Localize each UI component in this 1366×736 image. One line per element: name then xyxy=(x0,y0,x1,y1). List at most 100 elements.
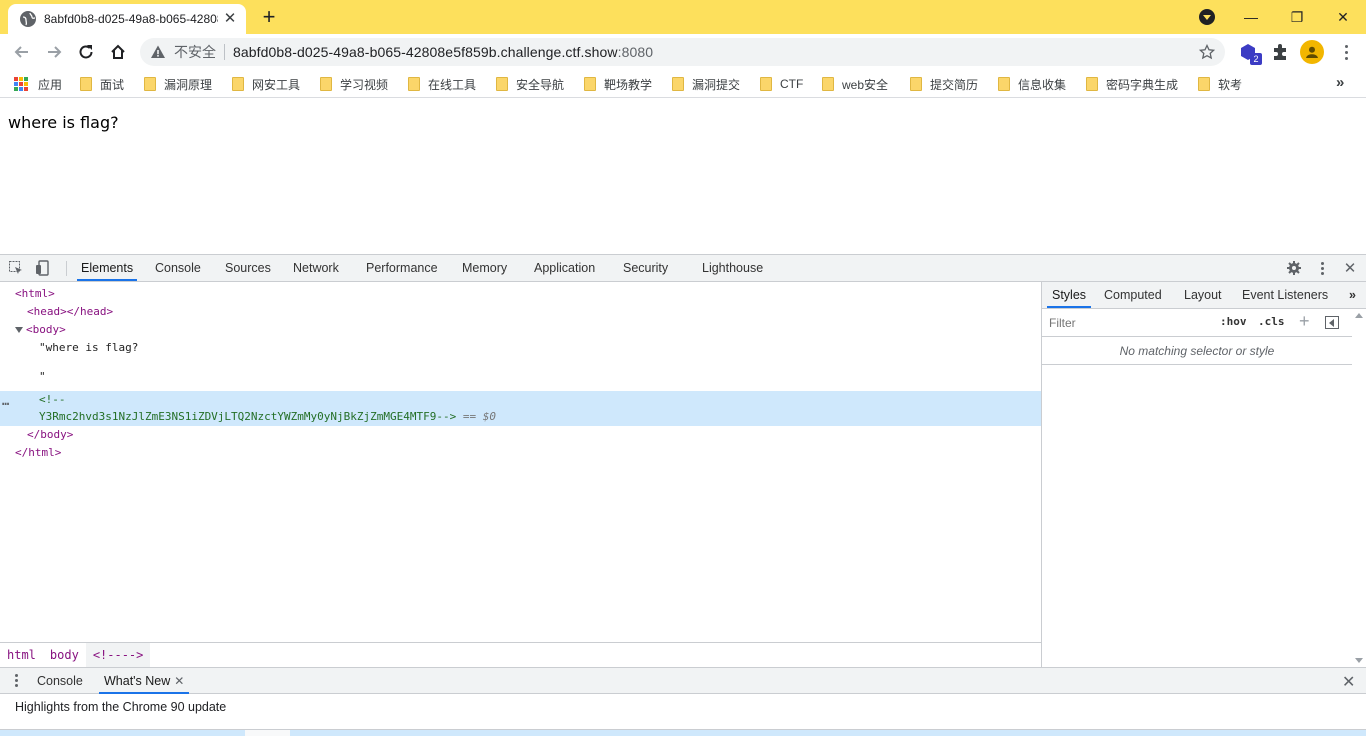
dom-body-open[interactable]: <body> xyxy=(15,321,66,339)
bookmark-folder[interactable]: 漏洞提交 xyxy=(672,75,740,93)
cls-button[interactable]: .cls xyxy=(1258,315,1285,328)
tab-memory[interactable]: Memory xyxy=(458,255,511,281)
bookmark-folder[interactable]: 提交简历 xyxy=(910,75,978,93)
expand-triangle-icon xyxy=(15,327,23,333)
bookmark-folder[interactable]: 安全导航 xyxy=(496,75,564,93)
address-bar[interactable]: 不安全 8abfd0b8-d025-49a8-b065-42808e5f859b… xyxy=(140,38,1225,66)
tab-computed[interactable]: Computed xyxy=(1099,282,1167,308)
dom-body-close[interactable]: </body> xyxy=(27,426,73,444)
browser-toolbar: 不安全 8abfd0b8-d025-49a8-b065-42808e5f859b… xyxy=(0,34,1366,70)
dom-head[interactable]: <head></head> xyxy=(27,303,113,321)
breadcrumb-body[interactable]: body xyxy=(43,643,86,668)
tab-event-listeners[interactable]: Event Listeners xyxy=(1237,282,1333,308)
tab-search-icon[interactable] xyxy=(1199,9,1215,25)
whats-new-headline: Highlights from the Chrome 90 update xyxy=(15,700,227,714)
tab-network[interactable]: Network xyxy=(289,255,343,281)
forward-button[interactable] xyxy=(40,38,68,66)
tab-sources[interactable]: Sources xyxy=(221,255,275,281)
bookmark-folder[interactable]: 网安工具 xyxy=(232,75,300,93)
scroll-up-icon xyxy=(1355,313,1363,318)
arrow-right-icon xyxy=(48,46,62,58)
breadcrumb-html[interactable]: html xyxy=(0,643,43,668)
drawer-tab-whats-new[interactable]: What's New ✕ xyxy=(99,668,190,694)
home-icon xyxy=(111,44,125,59)
bookmarks-overflow-icon[interactable]: » xyxy=(1336,74,1344,91)
breadcrumb-comment[interactable]: <!----> xyxy=(85,642,151,668)
maximize-button[interactable]: ❐ xyxy=(1274,0,1320,34)
folder-icon xyxy=(1086,77,1098,91)
user-icon xyxy=(1306,46,1318,58)
breadcrumb: html body <!----> xyxy=(0,642,1041,668)
bookmark-folder[interactable]: 在线工具 xyxy=(408,75,476,93)
bookmark-folder[interactable]: 靶场教学 xyxy=(584,75,652,93)
devtools-menu-icon[interactable] xyxy=(1314,260,1330,276)
inspect-element-icon[interactable] xyxy=(8,260,24,276)
settings-gear-icon[interactable] xyxy=(1286,260,1302,276)
dom-text-node-end: " xyxy=(39,370,46,383)
chrome-menu-icon[interactable] xyxy=(1340,40,1352,64)
star-icon[interactable] xyxy=(1199,44,1215,60)
tab-close-icon[interactable]: ✕ xyxy=(222,11,238,27)
devtools-divider xyxy=(66,261,67,276)
dom-html-close[interactable]: </html> xyxy=(15,444,61,462)
elements-dom-tree: … <html> <head></head> <body> "where is … xyxy=(0,282,1041,642)
tab-lighthouse[interactable]: Lighthouse xyxy=(698,255,767,281)
node-actions-ellipsis[interactable]: … xyxy=(2,394,9,408)
folder-icon xyxy=(144,77,156,91)
bookmark-folder[interactable]: 软考 xyxy=(1198,75,1242,93)
drawer-tab-bar: Console What's New ✕ ✕ xyxy=(0,667,1366,694)
styles-filter-row: :hov .cls + xyxy=(1042,309,1352,337)
bookmark-folder[interactable]: 学习视频 xyxy=(320,75,388,93)
bookmark-folder[interactable]: CTF xyxy=(760,75,803,93)
drawer-menu-icon[interactable] xyxy=(14,674,18,687)
tab-performance[interactable]: Performance xyxy=(362,255,442,281)
avatar[interactable] xyxy=(1300,40,1324,64)
home-button[interactable] xyxy=(104,38,132,66)
tab-styles[interactable]: Styles xyxy=(1047,282,1092,308)
back-button[interactable] xyxy=(8,38,36,66)
device-toolbar-icon[interactable] xyxy=(35,260,51,276)
close-devtools-icon[interactable]: ✕ xyxy=(1342,260,1358,277)
close-drawer-icon[interactable]: ✕ xyxy=(1342,672,1355,692)
tab-console[interactable]: Console xyxy=(151,255,205,281)
puzzle-icon[interactable] xyxy=(1270,42,1290,62)
new-rule-icon[interactable]: + xyxy=(1299,311,1310,332)
tab-application[interactable]: Application xyxy=(530,255,599,281)
tab-layout[interactable]: Layout xyxy=(1179,282,1227,308)
reload-icon xyxy=(79,45,93,59)
bookmark-folder[interactable]: 漏洞原理 xyxy=(144,75,212,93)
tab-security[interactable]: Security xyxy=(619,255,672,281)
bookmark-folder[interactable]: 信息收集 xyxy=(998,75,1066,93)
close-window-button[interactable]: ✕ xyxy=(1320,0,1366,34)
styles-overflow-icon[interactable]: » xyxy=(1344,282,1361,308)
url-text[interactable]: 8abfd0b8-d025-49a8-b065-42808e5f859b.cha… xyxy=(233,44,653,60)
hov-button[interactable]: :hov xyxy=(1220,315,1247,328)
styles-filter-input[interactable] xyxy=(1046,313,1210,333)
bookmarks-bar: 应用 面试 漏洞原理 网安工具 学习视频 在线工具 安全导航 靶场教学 漏洞提交… xyxy=(0,70,1366,98)
close-tab-icon[interactable]: ✕ xyxy=(174,674,184,688)
styles-tab-bar: Styles Computed Layout Event Listeners » xyxy=(1042,282,1366,309)
bookmark-folder[interactable]: 面试 xyxy=(80,75,124,93)
dom-html-open[interactable]: <html> xyxy=(15,285,55,303)
toggle-sidebar-icon[interactable] xyxy=(1325,316,1339,329)
whats-new-strip xyxy=(0,729,1366,736)
drawer-tab-console[interactable]: Console xyxy=(32,668,88,694)
styles-scrollbar[interactable] xyxy=(1352,309,1366,667)
insecure-label[interactable]: 不安全 xyxy=(174,42,216,62)
dom-text-node[interactable]: "where is flag? xyxy=(39,339,138,357)
devtools-tab-bar: Elements Console Sources Network Perform… xyxy=(0,255,1366,282)
bookmark-folder[interactable]: 密码字典生成 xyxy=(1086,75,1178,93)
folder-icon xyxy=(584,77,596,91)
folder-icon xyxy=(822,77,834,91)
dom-comment-body[interactable]: Y3Rmc2hvd3s1NzJlZmE3NS1iZDVjLTQ2NzctYWZm… xyxy=(39,408,496,426)
folder-icon xyxy=(408,77,420,91)
dom-comment-open[interactable]: <!-- xyxy=(39,391,66,409)
new-tab-button[interactable]: + xyxy=(258,6,280,29)
browser-tab[interactable]: 8abfd0b8-d025-49a8-b065-42808e5f859b.cha… xyxy=(8,4,246,34)
tab-elements[interactable]: Elements xyxy=(77,255,138,281)
reload-button[interactable] xyxy=(72,38,100,66)
minimize-button[interactable]: — xyxy=(1228,0,1274,34)
bookmark-apps[interactable]: 应用 xyxy=(14,75,62,93)
folder-icon xyxy=(910,77,922,91)
bookmark-folder[interactable]: web安全 xyxy=(822,75,888,93)
